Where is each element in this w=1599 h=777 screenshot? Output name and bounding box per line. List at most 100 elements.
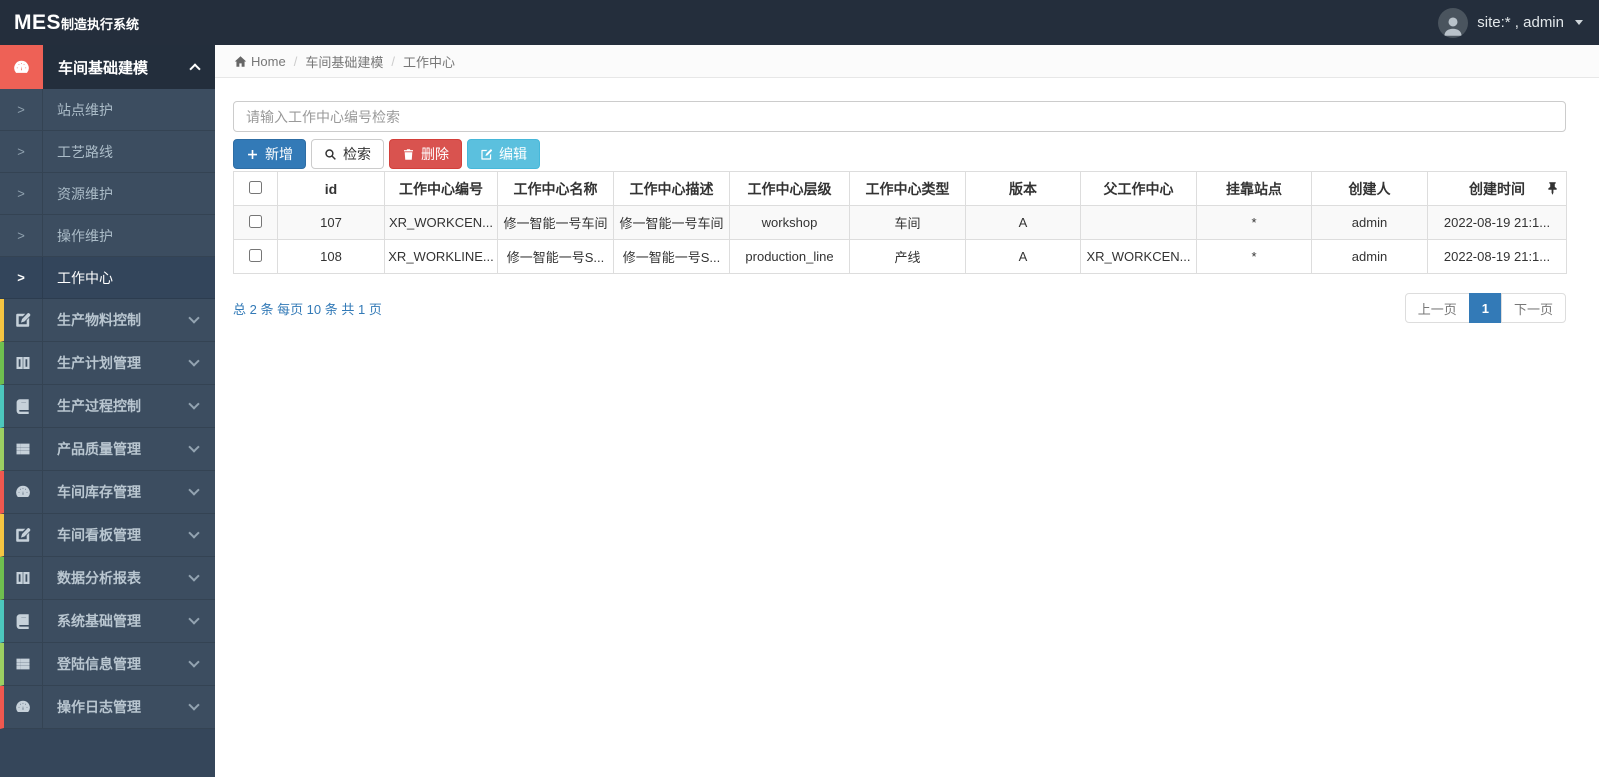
sidebar-item-system-management[interactable]: 系统基础管理 bbox=[0, 600, 215, 643]
chevron-up-icon bbox=[189, 63, 201, 75]
cell-id: 107 bbox=[277, 205, 385, 240]
select-all-checkbox[interactable] bbox=[249, 180, 262, 194]
row-checkbox[interactable] bbox=[249, 214, 262, 228]
pagination-summary: 总 2 条 每页 10 条 共 1 页 bbox=[233, 301, 382, 317]
page-1-button[interactable]: 1 bbox=[1468, 293, 1502, 323]
sidebar-subitem-operation-maintenance[interactable]: > 操作维护 bbox=[0, 215, 215, 257]
column-header-creator: 创建人 bbox=[1311, 171, 1428, 206]
sidebar-subitem-work-center[interactable]: > 工作中心 bbox=[0, 257, 215, 299]
caret-down-icon bbox=[1575, 20, 1583, 25]
sidebar-item-label: 生产过程控制 bbox=[57, 398, 141, 414]
th-list-icon bbox=[4, 643, 43, 685]
column-header-name: 工作中心名称 bbox=[497, 171, 614, 206]
sidebar-item-inventory-management[interactable]: 车间库存管理 bbox=[0, 471, 215, 514]
cell-code: XR_WORKCEN... bbox=[384, 205, 498, 240]
sidebar-item-process-control[interactable]: 生产过程控制 bbox=[0, 385, 215, 428]
trash-icon bbox=[402, 148, 415, 161]
breadcrumb-separator: / bbox=[293, 53, 298, 69]
row-checkbox[interactable] bbox=[249, 248, 262, 262]
sidebar-item-label: 生产计划管理 bbox=[57, 355, 141, 371]
column-header-description: 工作中心描述 bbox=[613, 171, 730, 206]
subitem-label: 操作维护 bbox=[57, 227, 113, 244]
chevron-down-icon bbox=[188, 355, 200, 367]
th-list-icon bbox=[4, 428, 43, 470]
pencil-square-icon bbox=[4, 514, 43, 556]
cell-created-time: 2022-08-19 21:1... bbox=[1427, 205, 1567, 240]
cell-created-time: 2022-08-19 21:1... bbox=[1427, 239, 1567, 274]
add-button[interactable]: 新增 bbox=[233, 139, 306, 169]
chevron-down-icon bbox=[188, 656, 200, 668]
breadcrumb-separator: / bbox=[391, 53, 395, 69]
work-center-table: id 工作中心编号 工作中心名称 工作中心描述 工作中心层级 工作中心类型 版本… bbox=[233, 171, 1567, 274]
table-row[interactable]: 108 XR_WORKLINE... 修一智能一号S... 修一智能一号S...… bbox=[233, 239, 1567, 274]
sidebar-subitem-resource-maintenance[interactable]: > 资源维护 bbox=[0, 173, 215, 215]
row-select-cell bbox=[233, 205, 278, 240]
plus-icon bbox=[246, 148, 259, 161]
sidebar-item-label: 产品质量管理 bbox=[57, 441, 141, 457]
sidebar-item-workshop-modeling[interactable]: 车间基础建模 bbox=[0, 45, 215, 89]
column-header-created-time: 创建时间 bbox=[1427, 171, 1567, 206]
delete-button[interactable]: 删除 bbox=[389, 139, 462, 169]
cell-parent bbox=[1080, 205, 1197, 240]
sidebar-item-operation-log[interactable]: 操作日志管理 bbox=[0, 686, 215, 729]
app-logo-bold: MES bbox=[14, 10, 62, 34]
chevron-down-icon bbox=[188, 613, 200, 625]
sidebar-item-label: 系统基础管理 bbox=[57, 613, 141, 629]
sidebar-item-quality-management[interactable]: 产品质量管理 bbox=[0, 428, 215, 471]
sidebar-item-label: 生产物料控制 bbox=[57, 312, 141, 328]
edit-icon bbox=[480, 148, 493, 161]
book-icon bbox=[4, 600, 43, 642]
book-icon bbox=[4, 385, 43, 427]
cell-name: 修一智能一号S... bbox=[497, 239, 614, 274]
subitem-label: 站点维护 bbox=[57, 101, 113, 118]
search-input[interactable] bbox=[233, 101, 1566, 132]
sidebar: 车间基础建模 > 站点维护 > 工艺路线 > 资源维护 > 操作维护 > 工作中… bbox=[0, 45, 215, 777]
breadcrumb-level1[interactable]: 车间基础建模 bbox=[305, 52, 383, 71]
app-logo-text: 制造执行系统 bbox=[61, 16, 140, 32]
user-menu[interactable]: site:* , admin bbox=[1438, 7, 1599, 38]
sidebar-subitem-station-maintenance[interactable]: > 站点维护 bbox=[0, 89, 215, 131]
sidebar-item-label: 操作日志管理 bbox=[57, 699, 141, 715]
chevron-down-icon bbox=[188, 398, 200, 410]
sidebar-item-label: 数据分析报表 bbox=[57, 570, 141, 586]
cell-parent: XR_WORKCEN... bbox=[1080, 239, 1197, 274]
chevron-right-icon: > bbox=[0, 89, 43, 130]
pencil-square-icon bbox=[4, 299, 43, 341]
column-header-station: 挂靠站点 bbox=[1196, 171, 1312, 206]
column-header-level: 工作中心层级 bbox=[729, 171, 850, 206]
column-header-code: 工作中心编号 bbox=[384, 171, 498, 206]
sidebar-item-material-control[interactable]: 生产物料控制 bbox=[0, 299, 215, 342]
prev-page-button[interactable]: 上一页 bbox=[1404, 293, 1470, 323]
table-row[interactable]: 107 XR_WORKCEN... 修一智能一号车间 修一智能一号车间 work… bbox=[233, 205, 1567, 240]
chevron-down-icon bbox=[188, 699, 200, 711]
sidebar-item-data-analysis[interactable]: 数据分析报表 bbox=[0, 557, 215, 600]
edit-button[interactable]: 编辑 bbox=[467, 139, 540, 169]
next-page-button[interactable]: 下一页 bbox=[1500, 293, 1566, 323]
sidebar-item-production-plan[interactable]: 生产计划管理 bbox=[0, 342, 215, 385]
cell-level: workshop bbox=[729, 205, 850, 240]
cell-id: 108 bbox=[277, 239, 385, 274]
search-button[interactable]: 检索 bbox=[311, 139, 384, 169]
pagination-bar: 总 2 条 每页 10 条 共 1 页 上一页 1 下一页 bbox=[233, 293, 1566, 323]
sidebar-item-label: 车间基础建模 bbox=[58, 59, 149, 77]
sidebar-item-login-info[interactable]: 登陆信息管理 bbox=[0, 643, 215, 686]
subitem-label: 工艺路线 bbox=[57, 143, 113, 160]
breadcrumb-home[interactable]: Home bbox=[251, 54, 286, 69]
home-icon bbox=[234, 55, 247, 68]
chevron-down-icon bbox=[188, 484, 200, 496]
cell-type: 产线 bbox=[849, 239, 966, 274]
sidebar-item-kanban-management[interactable]: 车间看板管理 bbox=[0, 514, 215, 557]
sidebar-item-label: 登陆信息管理 bbox=[57, 656, 141, 672]
breadcrumb-current: 工作中心 bbox=[402, 54, 455, 70]
app-logo[interactable]: MES 制造执行系统 bbox=[0, 11, 139, 35]
search-button-label: 检索 bbox=[343, 146, 371, 162]
chevron-right-icon: > bbox=[0, 215, 43, 256]
select-all-header bbox=[233, 171, 278, 206]
cell-level: production_line bbox=[729, 239, 850, 274]
cell-creator: admin bbox=[1311, 239, 1428, 274]
column-header-parent: 父工作中心 bbox=[1080, 171, 1197, 206]
user-label: site:* , admin bbox=[1477, 14, 1564, 31]
table-header-row: id 工作中心编号 工作中心名称 工作中心描述 工作中心层级 工作中心类型 版本… bbox=[233, 171, 1567, 206]
sidebar-subitem-process-route[interactable]: > 工艺路线 bbox=[0, 131, 215, 173]
pin-icon[interactable] bbox=[1547, 182, 1558, 195]
